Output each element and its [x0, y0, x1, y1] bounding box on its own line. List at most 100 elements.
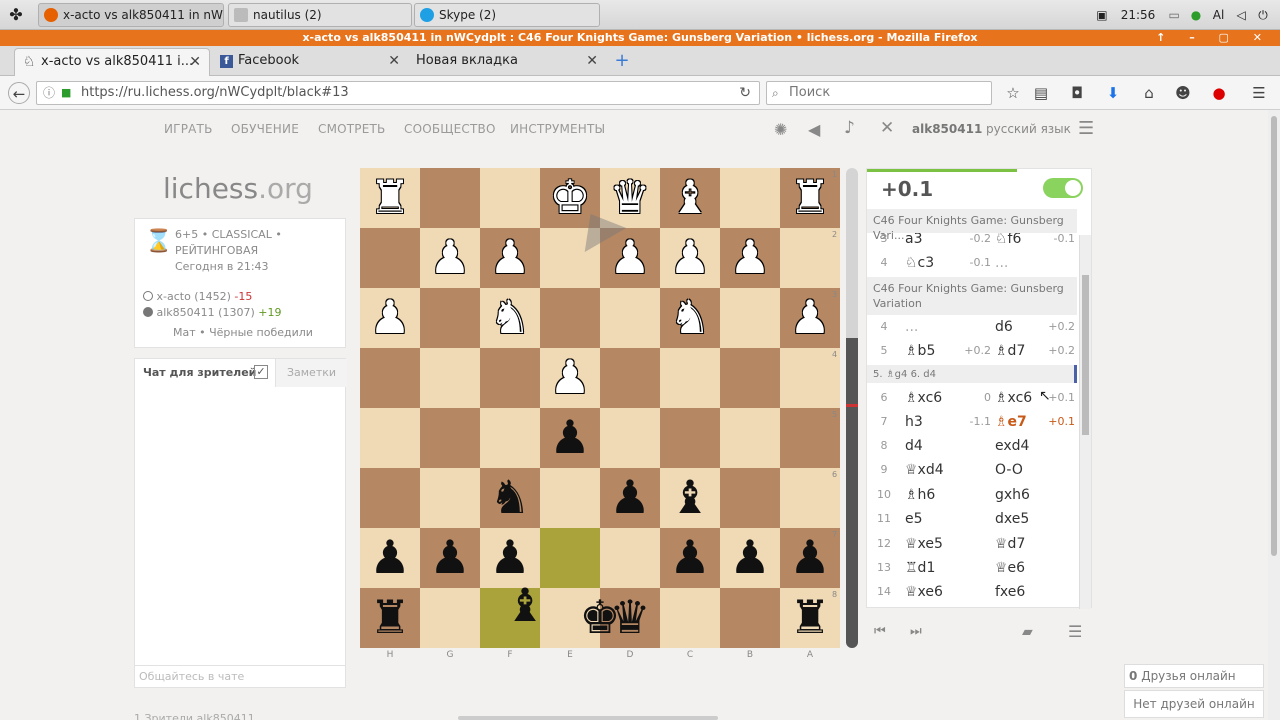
board-square[interactable]: [720, 468, 780, 528]
board-square[interactable]: [600, 348, 660, 408]
white-pawn[interactable]: ♟: [420, 228, 480, 288]
black-pawn[interactable]: ♟: [780, 528, 840, 588]
tab-lichess[interactable]: ♘ x-acto vs alk850411 i... ✕: [14, 48, 210, 76]
board-square[interactable]: [660, 408, 720, 468]
user-menu[interactable]: alk850411: [912, 122, 982, 136]
move-row[interactable]: 8 d4 exd4: [867, 434, 1077, 458]
first-move-button[interactable]: ⏮: [874, 624, 886, 639]
hamburger-icon[interactable]: ☰: [1078, 118, 1094, 139]
pocket-icon[interactable]: ◘: [1066, 82, 1088, 104]
board-square[interactable]: [600, 408, 660, 468]
black-move[interactable]: ♕d7: [995, 532, 1025, 556]
black-queen[interactable]: ♛: [600, 588, 660, 648]
variation-line[interactable]: 5. ♗g4 6. d4: [867, 365, 1077, 383]
site-nav-watch[interactable]: СМОТРЕТЬ: [318, 122, 386, 136]
menu-lines-icon[interactable]: ☰: [1068, 622, 1082, 641]
info-icon[interactable]: ⓘ: [43, 82, 55, 104]
scrollbar-thumb[interactable]: [1082, 275, 1089, 435]
new-tab-button[interactable]: +: [612, 50, 632, 72]
board-square[interactable]: [420, 288, 480, 348]
black-rook[interactable]: ♜: [780, 588, 840, 648]
black-pawn[interactable]: ♟: [420, 528, 480, 588]
white-move[interactable]: ♕xd4: [905, 458, 944, 482]
black-player-row[interactable]: alk850411 (1307) +19: [143, 306, 281, 319]
volume-icon[interactable]: ◁: [1232, 0, 1250, 30]
white-move[interactable]: d4: [905, 434, 923, 458]
move-row[interactable]: 14 ♕xe6 fxe6: [867, 580, 1077, 604]
black-move[interactable]: fxe6: [995, 580, 1025, 604]
home-icon[interactable]: ⌂: [1138, 82, 1160, 104]
black-move[interactable]: gxh6: [995, 483, 1030, 507]
board-square[interactable]: [420, 588, 480, 648]
white-rook[interactable]: ♜: [360, 168, 420, 228]
black-bishop[interactable]: ♝: [660, 468, 720, 528]
board-square[interactable]: [420, 348, 480, 408]
challenge-icon[interactable]: ✕: [880, 118, 894, 138]
book-icon[interactable]: ▰: [1022, 624, 1033, 640]
board-square[interactable]: [600, 288, 660, 348]
white-pawn[interactable]: ♟: [780, 288, 840, 348]
black-pawn[interactable]: ♟: [600, 468, 660, 528]
task-skype[interactable]: Skype (2): [414, 3, 600, 27]
board-square[interactable]: [480, 348, 540, 408]
board-square[interactable]: [720, 168, 780, 228]
power-icon[interactable]: ⏻: [1254, 0, 1272, 30]
tab-spectator-chat[interactable]: Чат для зрителей ✓: [135, 359, 275, 387]
white-move[interactable]: e5: [905, 507, 923, 531]
black-move[interactable]: ...: [995, 251, 1008, 275]
white-pawn[interactable]: ♟: [360, 288, 420, 348]
move-row[interactable]: 4 ♘c3 -0.1 ...: [867, 251, 1077, 275]
network-icon[interactable]: ▣: [1093, 0, 1111, 30]
move-row[interactable]: 11 e5 dxe5: [867, 507, 1077, 531]
move-list[interactable]: 3 a3 -0.2 ♘f6 -0.1 4 ♘c3 -0.1 ... C46 Fo…: [867, 233, 1079, 609]
black-move[interactable]: ♘f6: [995, 233, 1021, 251]
board-square[interactable]: [720, 288, 780, 348]
board-square[interactable]: [780, 348, 840, 408]
board-square[interactable]: [420, 468, 480, 528]
bookmark-star-icon[interactable]: ☆: [1002, 82, 1024, 104]
task-firefox[interactable]: x-acto vs alk850411 in nWCy...: [38, 3, 224, 27]
board-square[interactable]: [720, 588, 780, 648]
board-square[interactable]: [660, 348, 720, 408]
board-square[interactable]: [360, 348, 420, 408]
move-list-scrollbar[interactable]: [1079, 235, 1091, 609]
current-black-move[interactable]: ♗e7: [995, 410, 1027, 434]
chat-enabled-checkbox[interactable]: ✓: [254, 365, 268, 379]
white-move[interactable]: ♗xc6: [905, 386, 942, 410]
close-tab-icon[interactable]: ✕: [586, 48, 598, 74]
white-rook[interactable]: ♜: [780, 168, 840, 228]
tab-notes[interactable]: Заметки: [275, 359, 347, 387]
black-move[interactable]: ♗xc6: [995, 386, 1032, 410]
white-move[interactable]: ♕xe6: [905, 580, 943, 604]
update-icon[interactable]: ●: [1187, 0, 1205, 30]
bell-icon[interactable]: ♪: [844, 118, 855, 138]
move-row[interactable]: 10 ♗h6 gxh6: [867, 483, 1077, 507]
board-square[interactable]: [480, 408, 540, 468]
engine-toggle[interactable]: [1043, 178, 1083, 198]
chat-icon[interactable]: ☻: [1172, 82, 1194, 104]
board-square[interactable]: [540, 468, 600, 528]
sound-icon[interactable]: ◀: [808, 120, 820, 139]
board-square[interactable]: [480, 168, 540, 228]
reload-icon[interactable]: ↻: [739, 82, 751, 104]
page-scrollbar[interactable]: [1268, 110, 1280, 720]
black-pawn[interactable]: ♟: [720, 528, 780, 588]
display-icon[interactable]: ▭: [1165, 0, 1183, 30]
white-pawn[interactable]: ♟: [480, 228, 540, 288]
board-square[interactable]: [360, 408, 420, 468]
move-row[interactable]: 12 ♕xe5 ♕d7: [867, 532, 1077, 556]
tab-facebook[interactable]: f Facebook ✕: [212, 48, 408, 76]
board-square[interactable]: [360, 468, 420, 528]
reading-list-icon[interactable]: ▤: [1030, 82, 1052, 104]
black-move[interactable]: exd4: [995, 434, 1029, 458]
tab-new[interactable]: Новая вкладка ✕: [410, 48, 606, 76]
board-square[interactable]: [780, 468, 840, 528]
site-nav-play[interactable]: ИГРАТЬ: [164, 122, 213, 136]
clock[interactable]: 21:56: [1121, 8, 1156, 22]
white-move[interactable]: ♗b5: [905, 339, 935, 363]
chess-board[interactable]: ♜ ♚ ♛ ♝ ♜ ♟ ♟ ♟ ♟ ♟ ♟ ♞ ♞ ♟ ♟ ♟ ♞ ♟ ♝ ♟ ♟ ♟ ♟ ♟ ♟ ♜ ♝ ♚ ♛ ♜: [360, 168, 840, 648]
downloads-icon[interactable]: ⬇: [1102, 82, 1124, 104]
board-square[interactable]: [420, 408, 480, 468]
white-knight[interactable]: ♞: [660, 288, 720, 348]
black-move[interactable]: ♕e6: [995, 556, 1025, 580]
